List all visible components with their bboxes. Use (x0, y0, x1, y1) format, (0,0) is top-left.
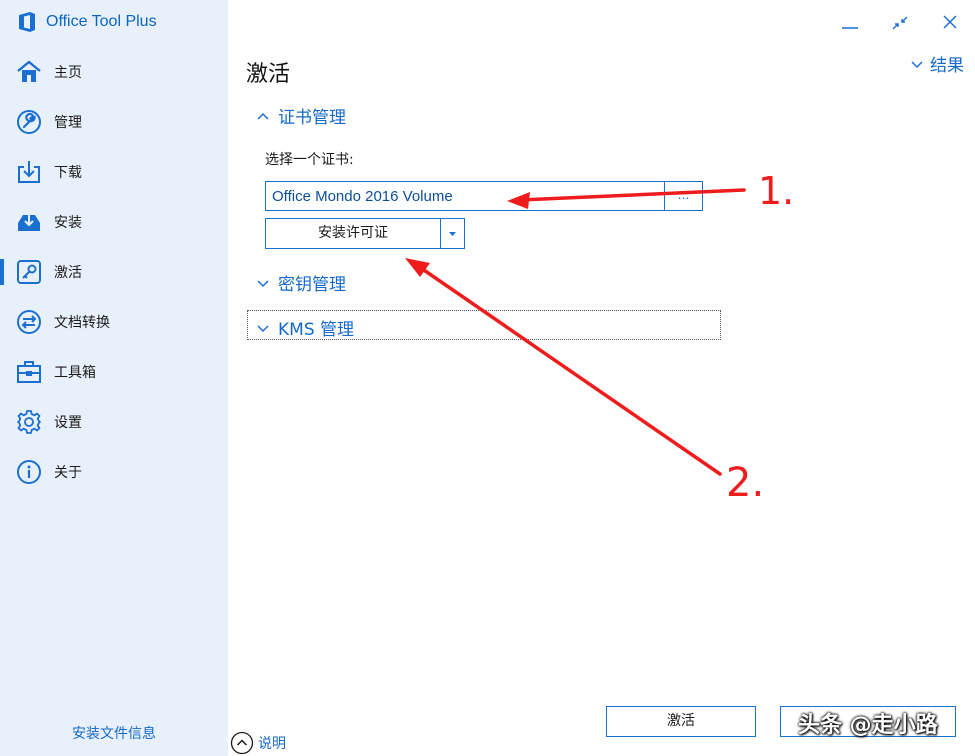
install-file-info-link[interactable]: 安装文件信息 (0, 723, 228, 743)
sidebar-item-convert[interactable]: 文档转换 (0, 297, 228, 347)
sidebar-item-label: 管理 (54, 115, 82, 131)
cert-input[interactable] (265, 181, 665, 211)
annotation-label-1: 1. (758, 169, 794, 213)
chevron-up-circle-icon (230, 731, 254, 755)
wrench-icon (17, 110, 41, 134)
kms-section-header[interactable]: KMS 管理 (256, 315, 354, 340)
cert-section-header[interactable]: 证书管理 (256, 103, 346, 128)
toolbox-icon (17, 361, 41, 383)
sidebar-item-about[interactable]: 关于 (0, 447, 228, 497)
sidebar-item-label: 下载 (54, 165, 82, 181)
sidebar-nav: 主页 管理 下载 安装 激活 文档转换 工具箱 设置 关于 (0, 47, 228, 497)
sidebar-item-label: 设置 (54, 415, 82, 431)
help-toggle[interactable]: 说明 (230, 731, 286, 755)
app-title: Office Tool Plus (16, 10, 157, 34)
page-title: 激活 (246, 62, 291, 87)
gear-icon (17, 410, 41, 434)
sidebar-item-download[interactable]: 下载 (0, 147, 228, 197)
info-icon (17, 460, 41, 484)
results-toggle-label: 结果 (930, 56, 964, 76)
results-toggle[interactable]: 结果 (910, 51, 964, 76)
close-icon[interactable] (936, 10, 964, 36)
sidebar: Office Tool Plus 主页 管理 下载 安装 激活 文档转换 工具箱… (0, 0, 228, 756)
cert-select-label: 选择一个证书: (265, 152, 354, 168)
sidebar-item-label: 文档转换 (54, 315, 110, 331)
chevron-down-icon (257, 279, 269, 287)
watermark: 头条 @走小路 (798, 713, 938, 738)
sidebar-item-label: 激活 (54, 265, 82, 281)
kms-section-title: KMS 管理 (278, 320, 355, 340)
sidebar-item-label: 工具箱 (54, 365, 96, 381)
sidebar-item-settings[interactable]: 设置 (0, 397, 228, 447)
chevron-down-icon (257, 324, 269, 332)
annotation-label-2: 2. (726, 460, 764, 506)
caret-down-icon (449, 232, 456, 236)
sidebar-item-toolbox[interactable]: 工具箱 (0, 347, 228, 397)
convert-arrows-icon (17, 310, 41, 334)
sidebar-item-activate[interactable]: 激活 (0, 247, 228, 297)
key-section-header[interactable]: 密钥管理 (256, 270, 346, 295)
app-title-text: Office Tool Plus (46, 13, 157, 30)
help-toggle-label: 说明 (258, 736, 286, 752)
sidebar-item-home[interactable]: 主页 (0, 47, 228, 97)
install-license-button[interactable]: 安装许可证 (265, 218, 441, 249)
sidebar-item-manage[interactable]: 管理 (0, 97, 228, 147)
key-section-title: 密钥管理 (278, 275, 346, 295)
sidebar-item-label: 主页 (54, 65, 82, 81)
sidebar-item-label: 安装 (54, 215, 82, 231)
minimize-icon[interactable] (836, 10, 864, 36)
install-license-dropdown[interactable] (440, 218, 465, 249)
browse-cert-button[interactable]: ... (664, 181, 703, 211)
annotation-arrow-2 (405, 258, 722, 476)
key-icon (17, 260, 41, 284)
home-icon (17, 60, 41, 82)
restore-icon[interactable] (886, 10, 914, 36)
chevron-up-icon (257, 112, 269, 120)
sidebar-item-label: 关于 (54, 465, 82, 481)
activate-button[interactable]: 激活 (606, 706, 756, 737)
install-tray-icon (18, 213, 40, 231)
office-logo-icon (19, 12, 35, 32)
chevron-down-icon (911, 60, 923, 68)
cert-section-title: 证书管理 (278, 108, 346, 128)
download-icon (18, 161, 40, 183)
sidebar-item-install[interactable]: 安装 (0, 197, 228, 247)
